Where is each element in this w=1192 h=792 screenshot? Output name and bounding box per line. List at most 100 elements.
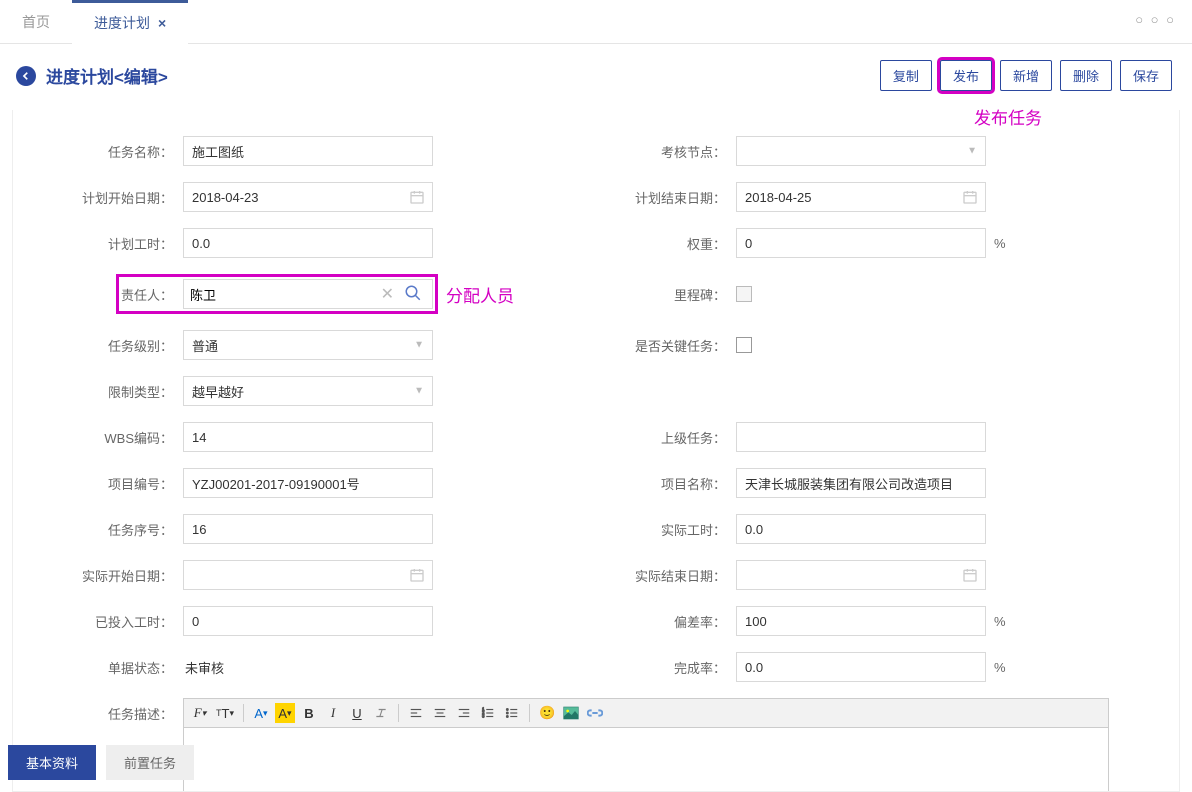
bottom-tab-pre[interactable]: 前置任务 bbox=[106, 745, 194, 780]
doc-status-text: 未审核 bbox=[183, 658, 224, 677]
parent-task-input[interactable] bbox=[736, 422, 986, 452]
chevron-down-icon: ▼ bbox=[967, 146, 977, 157]
calendar-icon[interactable] bbox=[962, 189, 978, 205]
richtext-container: F▾ TT▾ A▾ A▾ B I U 123 🙂 bbox=[183, 698, 1109, 792]
chevron-down-icon: ▼ bbox=[414, 386, 424, 397]
align-left-button[interactable] bbox=[406, 703, 426, 723]
wbs-input[interactable] bbox=[183, 422, 433, 452]
actual-start-input[interactable] bbox=[183, 560, 433, 590]
label-deviation: 偏差率： bbox=[616, 612, 736, 631]
bold-button[interactable]: B bbox=[299, 703, 319, 723]
richtext-toolbar: F▾ TT▾ A▾ A▾ B I U 123 🙂 bbox=[183, 698, 1109, 728]
ordered-list-button[interactable]: 123 bbox=[478, 703, 498, 723]
annotation-assign: 分配人员 bbox=[446, 282, 514, 307]
actual-hours-input[interactable] bbox=[736, 514, 986, 544]
back-icon[interactable] bbox=[16, 66, 36, 86]
calendar-icon[interactable] bbox=[962, 567, 978, 583]
deviation-input[interactable] bbox=[736, 606, 986, 636]
weight-input[interactable] bbox=[736, 228, 986, 258]
form-container: 任务名称： 考核节点： ▼ 计划开始日期： 计划结束日期： 计 bbox=[12, 110, 1180, 792]
label-assess-node: 考核节点： bbox=[616, 142, 736, 161]
bottom-tabs: 基本资料 前置任务 bbox=[8, 745, 194, 780]
italic-button[interactable]: I bbox=[323, 703, 343, 723]
project-name-input[interactable] bbox=[736, 468, 986, 498]
tab-label: 进度计划 bbox=[94, 13, 150, 33]
label-task-desc: 任务描述： bbox=[63, 698, 183, 723]
tabs-more-icon[interactable]: ○ ○ ○ bbox=[1135, 12, 1176, 27]
responsible-input[interactable] bbox=[190, 287, 375, 302]
label-task-seq: 任务序号： bbox=[63, 520, 183, 539]
calendar-icon[interactable] bbox=[409, 189, 425, 205]
align-right-button[interactable] bbox=[454, 703, 474, 723]
tab-progress-plan[interactable]: 进度计划 × bbox=[72, 0, 188, 44]
chevron-down-icon: ▼ bbox=[414, 340, 424, 351]
unit-percent: % bbox=[994, 614, 1006, 629]
label-completion: 完成率： bbox=[616, 658, 736, 677]
label-wbs: WBS编码： bbox=[63, 428, 183, 447]
is-key-checkbox[interactable] bbox=[736, 337, 752, 353]
assess-node-select[interactable]: ▼ bbox=[736, 136, 986, 166]
label-milestone: 里程碑： bbox=[616, 285, 736, 304]
delete-button[interactable]: 删除 bbox=[1060, 60, 1112, 91]
task-level-select[interactable]: 普通▼ bbox=[183, 330, 433, 360]
save-button[interactable]: 保存 bbox=[1120, 60, 1172, 91]
font-size-button[interactable]: TT▾ bbox=[214, 703, 236, 723]
font-color-button[interactable]: A▾ bbox=[251, 703, 271, 723]
milestone-checkbox[interactable] bbox=[736, 286, 752, 302]
actual-end-input[interactable] bbox=[736, 560, 986, 590]
page-title: 进度计划<编辑> bbox=[46, 63, 168, 88]
task-seq-input[interactable] bbox=[183, 514, 433, 544]
bottom-tab-basic[interactable]: 基本资料 bbox=[8, 745, 96, 780]
completion-input[interactable] bbox=[736, 652, 986, 682]
highlight-button[interactable]: A▾ bbox=[275, 703, 295, 723]
label-is-key: 是否关键任务： bbox=[616, 336, 736, 355]
copy-button[interactable]: 复制 bbox=[880, 60, 932, 91]
label-plan-hours: 计划工时： bbox=[63, 234, 183, 253]
label-plan-start: 计划开始日期： bbox=[63, 188, 183, 207]
publish-button[interactable]: 发布 bbox=[940, 60, 992, 91]
clear-icon[interactable]: ✕ bbox=[375, 284, 400, 304]
unordered-list-button[interactable] bbox=[502, 703, 522, 723]
underline-button[interactable]: U bbox=[347, 703, 367, 723]
label-project-no: 项目编号： bbox=[63, 474, 183, 493]
label-invested-hours: 已投入工时： bbox=[63, 612, 183, 631]
unit-percent: % bbox=[994, 660, 1006, 675]
add-button[interactable]: 新增 bbox=[1000, 60, 1052, 91]
invested-hours-input[interactable] bbox=[183, 606, 433, 636]
label-task-level: 任务级别： bbox=[63, 336, 183, 355]
unit-percent: % bbox=[994, 236, 1006, 251]
plan-start-input[interactable] bbox=[183, 182, 433, 212]
project-no-input[interactable] bbox=[183, 468, 433, 498]
constraint-select[interactable]: 越早越好▼ bbox=[183, 376, 433, 406]
plan-end-input[interactable] bbox=[736, 182, 986, 212]
emoji-button[interactable]: 🙂 bbox=[537, 703, 557, 723]
search-icon[interactable] bbox=[400, 284, 426, 305]
top-tabs: 首页 进度计划 × ○ ○ ○ bbox=[0, 0, 1192, 44]
label-plan-end: 计划结束日期： bbox=[616, 188, 736, 207]
label-weight: 权重： bbox=[616, 234, 736, 253]
font-family-button[interactable]: F▾ bbox=[190, 703, 210, 723]
align-center-button[interactable] bbox=[430, 703, 450, 723]
link-button[interactable] bbox=[585, 703, 605, 723]
label-constraint: 限制类型： bbox=[63, 382, 183, 401]
page-header: 进度计划<编辑> 复制 发布 新增 删除 保存 bbox=[0, 44, 1192, 103]
plan-hours-input[interactable] bbox=[183, 228, 433, 258]
header-actions: 复制 发布 新增 删除 保存 bbox=[880, 60, 1172, 91]
label-actual-end: 实际结束日期： bbox=[616, 566, 736, 585]
tab-close-icon[interactable]: × bbox=[158, 15, 166, 31]
label-actual-start: 实际开始日期： bbox=[63, 566, 183, 585]
calendar-icon[interactable] bbox=[409, 567, 425, 583]
label-task-name: 任务名称： bbox=[63, 142, 183, 161]
responsible-highlight-box: 责任人： ✕ bbox=[116, 274, 438, 314]
task-name-input[interactable] bbox=[183, 136, 433, 166]
label-parent-task: 上级任务： bbox=[616, 428, 736, 447]
label-project-name: 项目名称： bbox=[616, 474, 736, 493]
image-button[interactable] bbox=[561, 703, 581, 723]
label-doc-status: 单据状态： bbox=[63, 658, 183, 677]
tab-home[interactable]: 首页 bbox=[0, 0, 72, 44]
clear-format-button[interactable] bbox=[371, 703, 391, 723]
label-actual-hours: 实际工时： bbox=[616, 520, 736, 539]
label-responsible: 责任人： bbox=[121, 285, 183, 304]
svg-text:3: 3 bbox=[482, 714, 485, 719]
richtext-editor[interactable] bbox=[183, 728, 1109, 792]
